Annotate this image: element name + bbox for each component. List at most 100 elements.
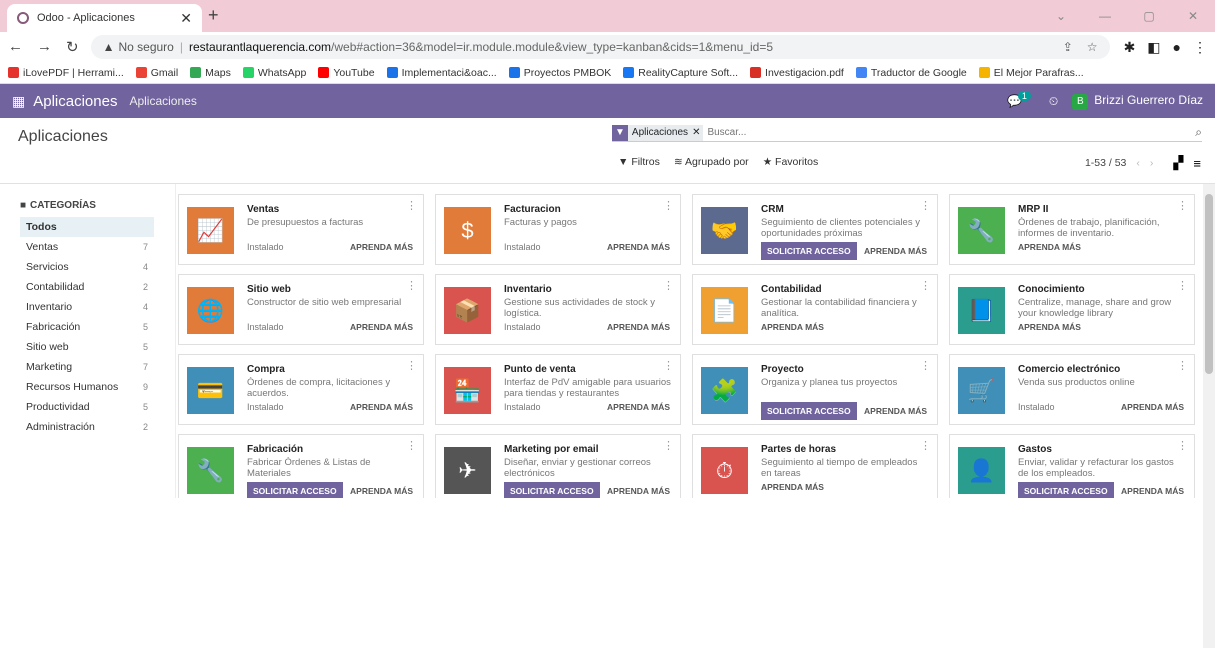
groupby-button[interactable]: ≋ Agrupado por [674, 156, 749, 168]
card-menu-icon[interactable]: ⋮ [663, 279, 674, 292]
browser-tab[interactable]: Odoo - Aplicaciones ✕ [7, 4, 202, 32]
back-icon[interactable]: ← [8, 38, 23, 56]
learn-more-button[interactable]: APRENDA MÁS [864, 246, 929, 256]
remove-facet-icon[interactable]: ✕ [692, 127, 703, 138]
close-window-icon[interactable]: ✕ [1171, 9, 1215, 23]
category-item[interactable]: Sitio web 5 [20, 337, 154, 357]
forward-icon[interactable]: → [37, 38, 52, 56]
bookmark-item[interactable]: Implementaci&oac... [386, 67, 497, 79]
app-card[interactable]: 👤 Gastos Enviar, validar y refacturar los … [949, 434, 1195, 498]
pager-next-icon[interactable]: › [1150, 157, 1154, 169]
card-menu-icon[interactable]: ⋮ [406, 439, 417, 452]
card-menu-icon[interactable]: ⋮ [406, 359, 417, 372]
card-menu-icon[interactable]: ⋮ [920, 359, 931, 372]
tab-search-icon[interactable]: ⌄ [1039, 9, 1083, 23]
bookmark-item[interactable]: Traductor de Google [855, 67, 967, 79]
navbar-menu-item[interactable]: Aplicaciones [129, 94, 196, 108]
user-menu[interactable]: B Brizzi Guerrero Díaz [1072, 93, 1203, 110]
learn-more-button[interactable]: APRENDA MÁS [350, 402, 415, 412]
learn-more-button[interactable]: APRENDA MÁS [1018, 322, 1083, 332]
learn-more-button[interactable]: APRENDA MÁS [350, 242, 415, 252]
category-item[interactable]: Contabilidad 2 [20, 277, 154, 297]
reload-icon[interactable]: ↻ [66, 38, 79, 56]
favorites-button[interactable]: ★ Favoritos [763, 156, 819, 168]
pager-value[interactable]: 1-53 / 53 [1085, 157, 1126, 169]
list-view-icon[interactable]: ≡ [1193, 156, 1201, 171]
request-access-button[interactable]: SOLICITAR ACCESO [504, 482, 600, 498]
app-card[interactable]: ✈ Marketing por email Diseñar, enviar y ge… [435, 434, 681, 498]
close-tab-icon[interactable]: ✕ [180, 10, 192, 27]
learn-more-button[interactable]: APRENDA MÁS [607, 402, 672, 412]
learn-more-button[interactable]: APRENDA MÁS [761, 482, 826, 492]
kanban-view-icon[interactable]: ▞ [1173, 155, 1183, 171]
card-menu-icon[interactable]: ⋮ [920, 279, 931, 292]
new-tab-icon[interactable]: + [208, 5, 219, 26]
star-icon[interactable]: ☆ [1087, 40, 1098, 54]
app-card[interactable]: 🔧 MRP II Órdenes de trabajo, planificación… [949, 194, 1195, 265]
category-item[interactable]: Todos [20, 217, 154, 237]
category-item[interactable]: Fabricación 5 [20, 317, 154, 337]
card-menu-icon[interactable]: ⋮ [1177, 359, 1188, 372]
app-card[interactable]: 💳 Compra Órdenes de compra, licitaciones y… [178, 354, 424, 425]
maximize-icon[interactable]: ▢ [1127, 9, 1171, 23]
category-item[interactable]: Inventario 4 [20, 297, 154, 317]
app-card[interactable]: 📈 Ventas De presupuestos a facturas Instala… [178, 194, 424, 265]
app-card[interactable]: $ Facturacion Facturas y pagos Instalado APR… [435, 194, 681, 265]
bookmark-item[interactable]: Gmail [135, 67, 178, 79]
app-card[interactable]: 🛒 Comercio electrónico Venda sus productos… [949, 354, 1195, 425]
sidepanel-icon[interactable]: ◧ [1147, 39, 1160, 56]
category-item[interactable]: Recursos Humanos 9 [20, 377, 154, 397]
app-grid-icon[interactable]: ▦ [12, 93, 25, 110]
app-card[interactable]: 🔧 Fabricación Fabricar Órdenes & Listas de… [178, 434, 424, 498]
pager-prev-icon[interactable]: ‹ [1136, 157, 1140, 169]
messages-icon[interactable]: 💬1 [1007, 91, 1035, 108]
learn-more-button[interactable]: APRENDA MÁS [761, 322, 826, 332]
bookmark-item[interactable]: RealityCapture Soft... [623, 67, 738, 79]
learn-more-button[interactable]: APRENDA MÁS [1121, 402, 1186, 412]
learn-more-button[interactable]: APRENDA MÁS [1018, 242, 1083, 252]
bookmark-item[interactable]: Proyectos PMBOK [508, 67, 611, 79]
scrollbar[interactable] [1203, 184, 1215, 648]
search-input[interactable] [707, 127, 1196, 138]
card-menu-icon[interactable]: ⋮ [920, 199, 931, 212]
request-access-button[interactable]: SOLICITAR ACCESO [1018, 482, 1114, 498]
category-item[interactable]: Marketing 7 [20, 357, 154, 377]
bookmark-item[interactable]: YouTube [318, 67, 375, 79]
app-card[interactable]: ⏱ Partes de horas Seguimiento al tiempo de… [692, 434, 938, 498]
request-access-button[interactable]: SOLICITAR ACCESO [761, 242, 857, 260]
menu-icon[interactable]: ⋮ [1193, 39, 1207, 56]
card-menu-icon[interactable]: ⋮ [663, 439, 674, 452]
app-card[interactable]: 🧩 Proyecto Organiza y planea tus proyectos… [692, 354, 938, 425]
share-icon[interactable]: ⇪ [1063, 40, 1073, 54]
filters-button[interactable]: ▼ Filtros [618, 156, 660, 168]
category-item[interactable]: Ventas 7 [20, 237, 154, 257]
search-icon[interactable]: ⌕ [1195, 125, 1202, 140]
card-menu-icon[interactable]: ⋮ [1177, 439, 1188, 452]
app-card[interactable]: 🤝 CRM Seguimiento de clientes potenciales … [692, 194, 938, 265]
navbar-brand[interactable]: Aplicaciones [33, 93, 117, 110]
profile-icon[interactable]: ● [1173, 39, 1181, 55]
learn-more-button[interactable]: APRENDA MÁS [350, 486, 415, 496]
learn-more-button[interactable]: APRENDA MÁS [1121, 486, 1186, 496]
category-item[interactable]: Administración 2 [20, 417, 154, 437]
card-menu-icon[interactable]: ⋮ [1177, 199, 1188, 212]
card-menu-icon[interactable]: ⋮ [663, 199, 674, 212]
minimize-icon[interactable]: — [1083, 9, 1127, 23]
learn-more-button[interactable]: APRENDA MÁS [607, 322, 672, 332]
category-item[interactable]: Productividad 5 [20, 397, 154, 417]
app-card[interactable]: 📦 Inventario Gestione sus actividades de s… [435, 274, 681, 345]
bookmark-item[interactable]: iLovePDF | Herrami... [8, 67, 124, 79]
app-card[interactable]: 🌐 Sitio web Constructor de sitio web empre… [178, 274, 424, 345]
url-input[interactable]: ▲ No seguro | restaurantlaquerencia.com … [90, 35, 1110, 59]
bookmark-item[interactable]: El Mejor Parafras... [978, 67, 1084, 79]
extensions-icon[interactable]: ✱ [1124, 39, 1136, 56]
search-facet[interactable]: ▼ Aplicaciones ✕ [612, 124, 704, 141]
bookmark-item[interactable]: WhatsApp [242, 67, 306, 79]
bookmark-item[interactable]: Maps [190, 67, 231, 79]
learn-more-button[interactable]: APRENDA MÁS [350, 322, 415, 332]
app-card[interactable]: 📄 Contabilidad Gestionar la contabilidad f… [692, 274, 938, 345]
activity-clock-icon[interactable]: ⏲ [1049, 94, 1058, 109]
card-menu-icon[interactable]: ⋮ [663, 359, 674, 372]
request-access-button[interactable]: SOLICITAR ACCESO [761, 402, 857, 420]
card-menu-icon[interactable]: ⋮ [920, 439, 931, 452]
